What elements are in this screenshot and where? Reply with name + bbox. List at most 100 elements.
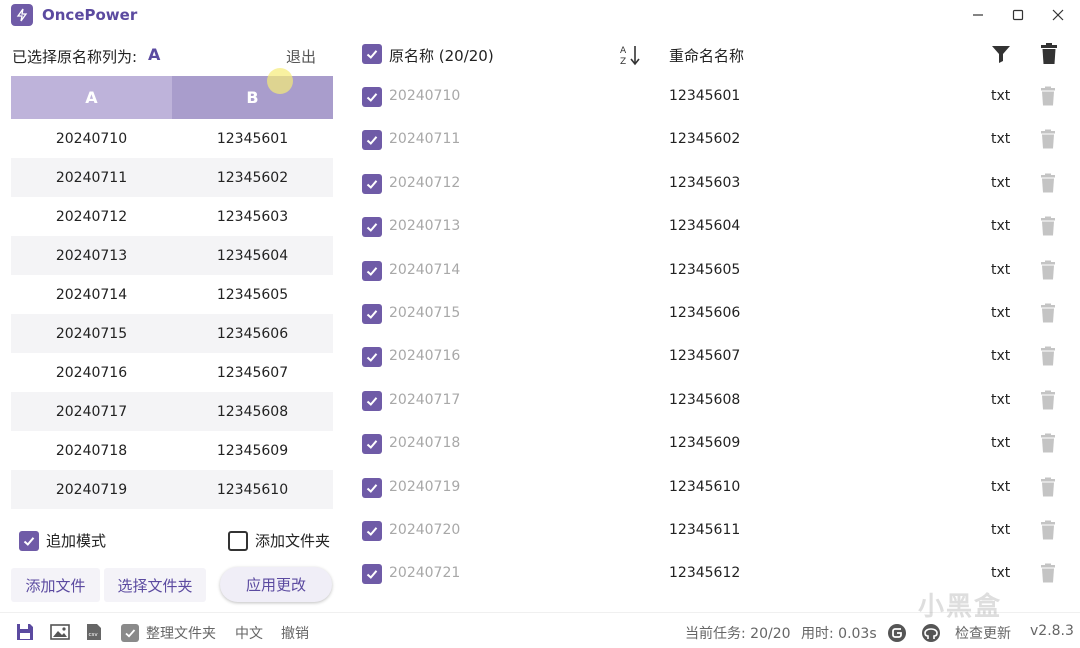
file-new-name: 12345612 xyxy=(669,565,741,582)
organize-folder-checkbox[interactable] xyxy=(121,624,139,642)
title-bar: OncePower xyxy=(0,0,1080,32)
file-row-checkbox[interactable] xyxy=(362,520,382,541)
delete-row-icon[interactable] xyxy=(1040,216,1056,240)
file-extension: txt xyxy=(991,88,1011,104)
svg-text:A: A xyxy=(620,46,627,56)
file-original-name: 20240713 xyxy=(389,218,461,235)
file-new-name: 12345606 xyxy=(669,304,741,321)
sort-icon[interactable]: A Z xyxy=(618,43,642,71)
delete-row-icon[interactable] xyxy=(1040,390,1056,414)
file-original-name: 20240716 xyxy=(389,348,461,365)
gitee-icon[interactable] xyxy=(887,623,907,647)
elapsed-time: 用时: 0.03s xyxy=(801,626,877,642)
close-icon[interactable] xyxy=(1046,5,1070,25)
file-row-checkbox[interactable] xyxy=(362,130,382,151)
file-row-checkbox[interactable] xyxy=(362,87,382,107)
original-name-header: 原名称 (20/20) xyxy=(389,47,494,65)
file-new-name: 12345609 xyxy=(669,435,741,452)
rename-name-header: 重命名名称 xyxy=(669,47,745,65)
file-new-name: 12345602 xyxy=(669,131,741,148)
delete-row-icon[interactable] xyxy=(1040,86,1056,110)
organize-folder-label: 整理文件夹 xyxy=(146,626,216,642)
file-row[interactable]: 20240718 12345609 txt xyxy=(0,423,1080,466)
file-row-checkbox[interactable] xyxy=(362,347,382,368)
language-button[interactable]: 中文 xyxy=(235,623,263,643)
file-row[interactable]: 20240715 12345606 txt xyxy=(0,293,1080,336)
file-original-name: 20240718 xyxy=(389,435,461,452)
csv-icon[interactable]: csv xyxy=(86,623,102,645)
delete-row-icon[interactable] xyxy=(1040,303,1056,327)
app-logo-icon xyxy=(11,4,33,26)
file-original-name: 20240711 xyxy=(389,131,461,148)
file-new-name: 12345605 xyxy=(669,261,741,278)
file-row[interactable]: 20240711 12345602 txt xyxy=(0,119,1080,162)
file-new-name: 12345603 xyxy=(669,174,741,191)
file-original-name: 20240712 xyxy=(389,174,461,191)
file-row-checkbox[interactable] xyxy=(362,477,382,498)
delete-row-icon[interactable] xyxy=(1040,563,1056,587)
file-extension: txt xyxy=(991,478,1011,495)
file-original-name: 20240720 xyxy=(389,521,461,538)
file-row-checkbox[interactable] xyxy=(362,217,382,238)
file-list: 20240710 12345601 txt 20240711 12345602 txt 20… xyxy=(0,76,1080,612)
file-extension: txt xyxy=(991,435,1011,452)
delete-row-icon[interactable] xyxy=(1040,260,1056,284)
file-extension: txt xyxy=(991,348,1011,365)
image-icon[interactable] xyxy=(50,623,70,645)
svg-text:Z: Z xyxy=(620,57,626,67)
minimize-icon[interactable] xyxy=(966,5,990,25)
github-icon[interactable] xyxy=(921,623,941,647)
file-row[interactable]: 20240713 12345604 txt xyxy=(0,206,1080,249)
file-row[interactable]: 20240719 12345610 txt xyxy=(0,467,1080,510)
delete-row-icon[interactable] xyxy=(1040,346,1056,370)
file-row-checkbox[interactable] xyxy=(362,434,382,455)
app-version: v2.8.3 xyxy=(1030,623,1074,639)
file-original-name: 20240721 xyxy=(389,565,461,582)
svg-text:csv: csv xyxy=(89,632,99,638)
file-extension: txt xyxy=(991,391,1011,408)
delete-row-icon[interactable] xyxy=(1040,173,1056,197)
file-row[interactable]: 20240710 12345601 txt xyxy=(0,76,1080,119)
delete-row-icon[interactable] xyxy=(1040,477,1056,501)
delete-row-icon[interactable] xyxy=(1040,520,1056,544)
file-new-name: 12345610 xyxy=(669,478,741,495)
undo-button[interactable]: 撤销 xyxy=(281,623,309,643)
file-list-header: 原名称 (20/20) A Z 重命名名称 xyxy=(0,40,1080,70)
organize-folder-toggle[interactable]: 整理文件夹 xyxy=(121,623,216,643)
file-extension: txt xyxy=(991,174,1011,191)
file-original-name: 20240710 xyxy=(389,88,461,104)
file-extension: txt xyxy=(991,131,1011,148)
filter-icon[interactable] xyxy=(991,44,1011,68)
file-new-name: 12345611 xyxy=(669,521,741,538)
file-row[interactable]: 20240714 12345605 txt xyxy=(0,250,1080,293)
file-new-name: 12345608 xyxy=(669,391,741,408)
file-row-checkbox[interactable] xyxy=(362,390,382,411)
file-row[interactable]: 20240716 12345607 txt xyxy=(0,336,1080,379)
file-original-name: 20240715 xyxy=(389,304,461,321)
file-extension: txt xyxy=(991,218,1011,235)
check-update-button[interactable]: 检查更新 xyxy=(955,623,1011,643)
file-extension: txt xyxy=(991,565,1011,582)
file-row[interactable]: 20240720 12345611 txt xyxy=(0,510,1080,553)
file-row[interactable]: 20240712 12345603 txt xyxy=(0,163,1080,206)
file-new-name: 12345601 xyxy=(669,88,741,104)
save-icon[interactable] xyxy=(16,623,34,645)
file-original-name: 20240717 xyxy=(389,391,461,408)
app-title: OncePower xyxy=(42,6,138,24)
trash-icon[interactable] xyxy=(1040,43,1058,69)
watermark-text: 小黑盒 xyxy=(918,592,1003,622)
select-all-checkbox[interactable] xyxy=(362,44,382,64)
maximize-icon[interactable] xyxy=(1006,5,1030,25)
file-row-checkbox[interactable] xyxy=(362,260,382,281)
file-extension: txt xyxy=(991,304,1011,321)
file-extension: txt xyxy=(991,261,1011,278)
file-original-name: 20240719 xyxy=(389,478,461,495)
file-row-checkbox[interactable] xyxy=(362,173,382,194)
file-row[interactable]: 20240717 12345608 txt xyxy=(0,380,1080,423)
delete-row-icon[interactable] xyxy=(1040,129,1056,153)
file-original-name: 20240714 xyxy=(389,261,461,278)
delete-row-icon[interactable] xyxy=(1040,433,1056,457)
file-new-name: 12345604 xyxy=(669,218,741,235)
file-row-checkbox[interactable] xyxy=(362,303,382,324)
file-row-checkbox[interactable] xyxy=(362,564,382,585)
